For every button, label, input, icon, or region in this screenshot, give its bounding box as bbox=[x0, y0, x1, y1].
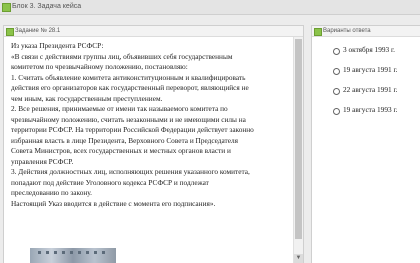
radio-button[interactable] bbox=[333, 108, 340, 115]
answer-label[interactable]: 3 октября 1993 г. bbox=[343, 44, 395, 56]
task-panel-header: Задание № 28.1 bbox=[4, 26, 303, 37]
building-photo bbox=[30, 248, 116, 263]
scrollbar-thumb[interactable] bbox=[295, 39, 302, 239]
task-line: Из указа Президента РСФСР: bbox=[11, 41, 104, 50]
task-panel: Задание № 28.1 Из указа Президента РСФСР… bbox=[3, 25, 304, 263]
radio-button[interactable] bbox=[333, 68, 340, 75]
answers-panel-header: Варианты ответа bbox=[312, 26, 420, 37]
task-line: 3. Действия должностных лиц, исполняющих… bbox=[11, 167, 250, 176]
task-line: Настоящий Указ вводится в действие с мом… bbox=[11, 198, 216, 208]
task-line: комитетом по чрезвычайному положению, по… bbox=[11, 62, 188, 71]
task-line: чрезвычайному положению, считать незакон… bbox=[11, 114, 246, 124]
window-header: Блок 3. Задача кейса bbox=[0, 0, 420, 15]
task-line: территории РСФСР. На территории Российск… bbox=[11, 125, 254, 134]
answer-label[interactable]: 22 августа 1991 г. bbox=[343, 84, 397, 96]
task-line: чем иным, как государственным преступлен… bbox=[11, 93, 163, 103]
answers-panel-title: Варианты ответа bbox=[323, 28, 371, 34]
radio-button[interactable] bbox=[333, 88, 340, 95]
task-line: действия его организаторов как государст… bbox=[11, 83, 249, 92]
task-line: Совета Министров, всех государственных и… bbox=[11, 146, 231, 155]
task-line: избранная власть в лице Президента, Верх… bbox=[11, 135, 238, 145]
answer-label[interactable]: 19 августа 1993 г. bbox=[343, 104, 397, 116]
task-scrollbar[interactable]: ▼ bbox=[293, 37, 303, 263]
task-text: Из указа Президента РСФСР: «В связи с де… bbox=[11, 41, 287, 209]
task-line: попадают под действие Уголовного кодекса… bbox=[11, 177, 209, 187]
task-line: 1. Считать объявление комитета антиконст… bbox=[11, 72, 246, 82]
task-line: 2. Все решения, принимаемые от имени так… bbox=[11, 104, 228, 113]
answers-marker-icon bbox=[314, 28, 322, 36]
task-line: «В связи с действиями группы лиц, объяви… bbox=[11, 51, 233, 61]
task-line: управления РСФСР. bbox=[11, 156, 74, 166]
answers-panel: Варианты ответа 3 октября 1993 г. 19 авг… bbox=[311, 25, 420, 263]
task-marker-icon bbox=[6, 28, 14, 36]
radio-button[interactable] bbox=[333, 48, 340, 55]
window-title: Блок 3. Задача кейса bbox=[12, 3, 82, 10]
answer-label[interactable]: 19 августа 1991 г. bbox=[343, 64, 397, 76]
task-line: преследованию по закону. bbox=[11, 188, 92, 197]
block-marker-icon bbox=[2, 3, 11, 12]
task-panel-title: Задание № 28.1 bbox=[15, 28, 61, 34]
